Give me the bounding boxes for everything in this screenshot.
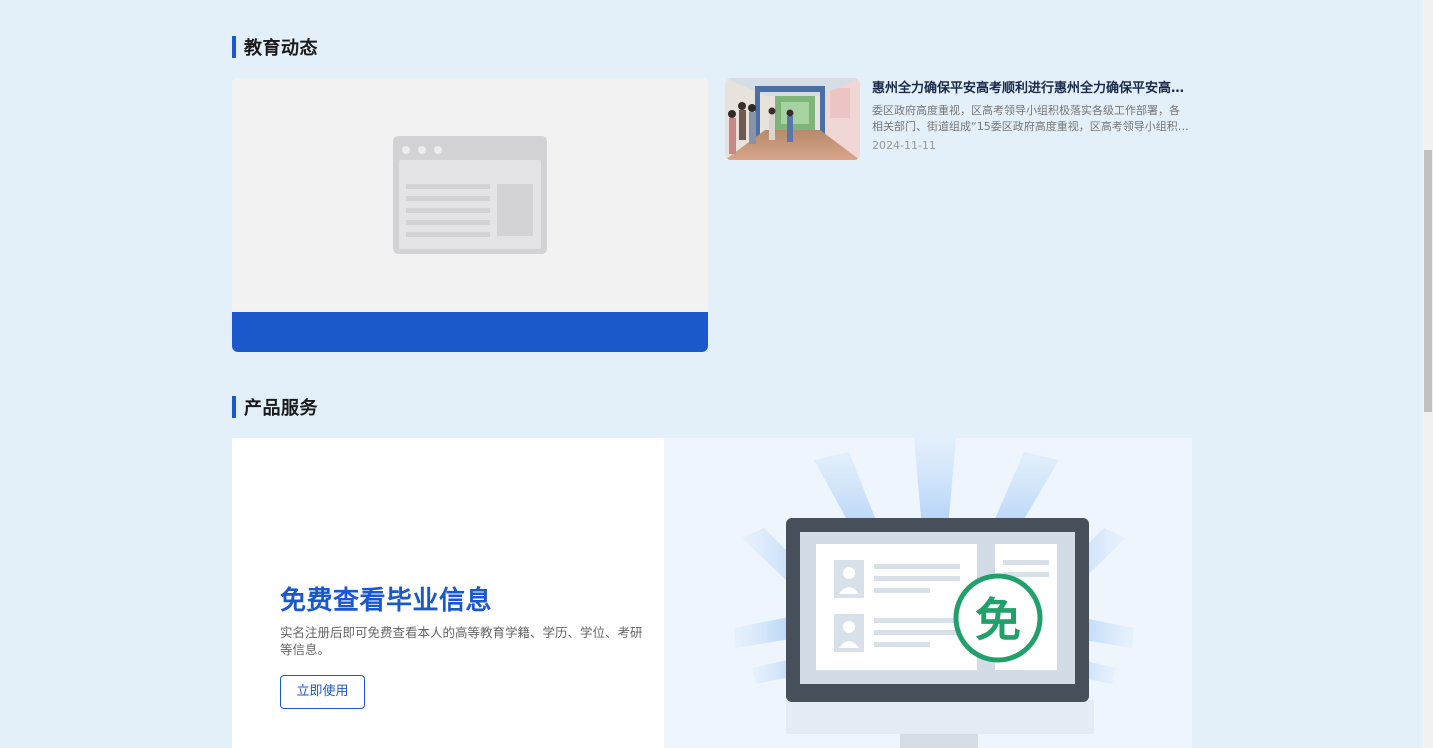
vertical-scrollbar[interactable]: [1423, 0, 1433, 748]
news-thumbnail[interactable]: [725, 78, 860, 160]
use-now-button[interactable]: 立即使用: [280, 675, 365, 709]
page: 教育动态 惠州全力确保平安高考顺利进行惠州全力确保平安高考 委区政府高度重视，区…: [0, 0, 1433, 748]
monitor-illustration: 免: [734, 438, 1134, 748]
product-info-panel: 免费查看毕业信息 实名注册后即可免费查看本人的高等教育学籍、学历、学位、考研等信…: [232, 438, 664, 748]
product-section-title: 产品服务: [244, 398, 318, 419]
news-section-title: 教育动态: [244, 38, 318, 59]
product-section-header: 产品服务: [232, 395, 318, 419]
section-accent-bar: [232, 36, 236, 58]
image-placeholder-icon: [393, 136, 547, 254]
image-placeholder: [232, 78, 708, 312]
section-accent-bar: [232, 396, 236, 418]
free-badge-icon: 免: [975, 593, 1021, 647]
product-heading: 免费查看毕业信息: [280, 586, 493, 616]
product-description: 实名注册后即可免费查看本人的高等教育学籍、学历、学位、考研等信息。: [280, 625, 643, 657]
news-photo-image: [725, 78, 860, 160]
news-list-item[interactable]: 惠州全力确保平安高考顺利进行惠州全力确保平安高考顺利进行 委区政府高度重视，区高…: [725, 78, 1192, 160]
product-card: 免费查看毕业信息 实名注册后即可免费查看本人的高等教育学籍、学历、学位、考研等信…: [232, 438, 1192, 748]
scrollbar-thumb[interactable]: [1424, 150, 1432, 412]
featured-news-card[interactable]: [232, 78, 708, 352]
news-item-title[interactable]: 惠州全力确保平安高考顺利进行惠州全力确保平安高考顺利进行: [872, 79, 1190, 99]
news-item-body: 惠州全力确保平安高考顺利进行惠州全力确保平安高考顺利进行 委区政府高度重视，区高…: [872, 78, 1190, 154]
featured-news-caption[interactable]: [232, 312, 708, 352]
product-illustration-panel: 免: [664, 438, 1192, 748]
news-section-header: 教育动态: [232, 35, 318, 59]
news-item-date: 2024-11-11: [872, 139, 936, 152]
news-item-summary: 委区政府高度重视，区高考领导小组积极落实各级工作部署，各相关部门、街道组成“15…: [872, 104, 1189, 133]
